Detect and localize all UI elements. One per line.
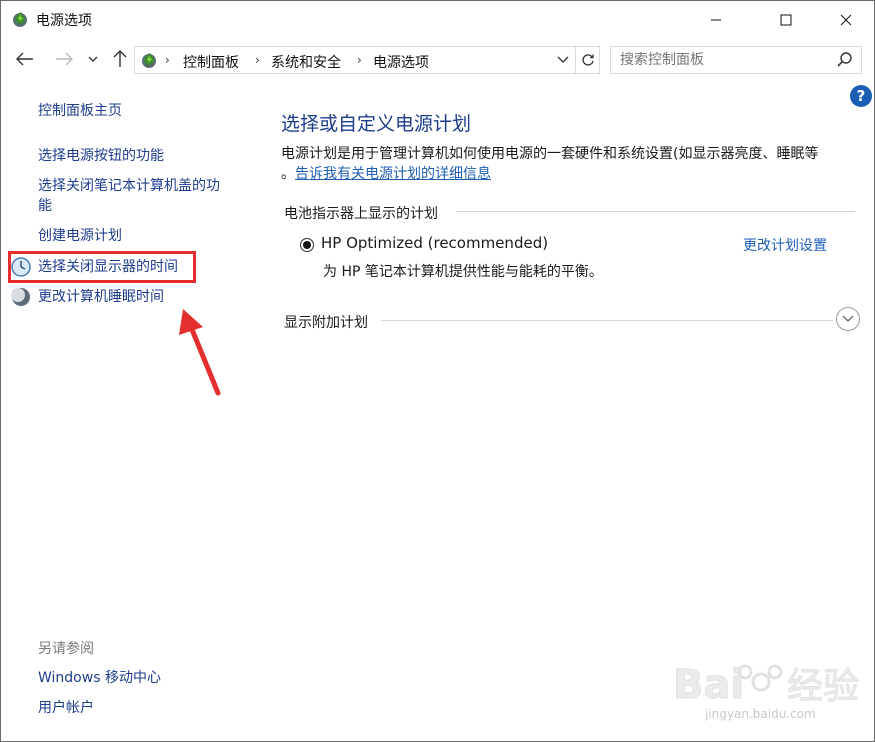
back-button[interactable] (13, 47, 37, 71)
section-divider (456, 211, 855, 212)
page-description-continued: 。告诉我有关电源计划的详细信息 (281, 164, 491, 184)
chevron-down-icon (557, 56, 569, 63)
window-title: 电源选项 (36, 13, 92, 29)
minimize-button[interactable] (693, 1, 739, 39)
additional-plans-heading[interactable]: 显示附加计划 (284, 312, 368, 332)
up-button[interactable] (108, 47, 132, 71)
plan-name[interactable]: HP Optimized (recommended) (321, 234, 548, 252)
search-input[interactable] (610, 46, 862, 74)
close-icon (840, 14, 852, 26)
radio-selected-dot (303, 241, 311, 249)
title-bar: 电源选项 (1, 1, 874, 39)
watermark-url: jingyan.baidu.com (705, 707, 816, 721)
close-button[interactable] (823, 1, 869, 39)
maximize-button[interactable] (763, 1, 809, 39)
refresh-icon (581, 54, 594, 66)
sidebar-lid-close-function[interactable]: 选择关闭笔记本计算机盖的功 (38, 176, 220, 196)
sleep-moon-icon (11, 288, 30, 306)
sidebar-computer-sleep-time[interactable]: 更改计算机睡眠时间 (38, 287, 164, 307)
sidebar-create-power-plan[interactable]: 创建电源计划 (38, 226, 122, 246)
plan-description: 为 HP 笔记本计算机提供性能与能耗的平衡。 (323, 264, 603, 280)
chevron-down-icon (88, 56, 98, 62)
power-plan-info-link[interactable]: 告诉我有关电源计划的详细信息 (295, 166, 491, 182)
control-panel-icon (142, 52, 156, 68)
help-icon[interactable]: ? (850, 85, 872, 107)
forward-button[interactable] (52, 47, 76, 71)
recent-locations-button[interactable] (83, 47, 103, 71)
red-arrow-annotation (179, 309, 221, 396)
highlight-annotation (8, 251, 196, 283)
see-also-heading: 另请参阅 (38, 641, 94, 657)
breadcrumb-separator-icon: › (165, 53, 170, 67)
expand-additional-plans-button[interactable] (836, 307, 860, 331)
maximize-icon (780, 14, 792, 26)
page-title: 选择或自定义电源计划 (281, 113, 472, 135)
sidebar-lid-close-function-wrap[interactable]: 能 (38, 196, 52, 216)
power-options-app-icon (13, 11, 27, 27)
address-history-dropdown[interactable] (551, 47, 575, 73)
sidebar-power-button-function[interactable]: 选择电源按钮的功能 (38, 146, 164, 166)
section-divider (381, 320, 833, 321)
up-arrow-icon (113, 50, 127, 67)
svg-text:Bai: Bai (673, 662, 744, 708)
breadcrumb-separator-icon: › (255, 53, 260, 67)
change-plan-settings-link[interactable]: 更改计划设置 (743, 235, 827, 255)
breadcrumb-separator-icon: › (357, 53, 362, 67)
refresh-button[interactable] (576, 46, 600, 74)
plan-radio-button[interactable] (300, 238, 314, 252)
search-icon[interactable] (836, 51, 854, 69)
back-arrow-icon (16, 52, 33, 66)
baidu-jingyan-watermark-logo: Bai 经验 (673, 662, 860, 709)
battery-meter-section-heading: 电池指示器上显示的计划 (284, 206, 438, 222)
sidebar-user-accounts[interactable]: 用户帐户 (38, 698, 94, 718)
minimize-icon (711, 19, 721, 21)
forward-arrow-icon (56, 52, 73, 66)
svg-text:经验: 经验 (787, 666, 859, 707)
power-options-window: 电源选项 › 控制面板 › 系统和安全 › 电源选项 搜索控制面板 ? 控制面板… (0, 0, 875, 742)
sidebar-windows-mobility-center[interactable]: Windows 移动中心 (38, 668, 161, 688)
chevron-down-icon (842, 315, 854, 322)
description-ending: 。 (281, 166, 295, 182)
breadcrumb-system-security[interactable]: 系统和安全 (271, 52, 341, 72)
breadcrumb-power-options[interactable]: 电源选项 (373, 52, 429, 72)
page-description: 电源计划是用于管理计算机如何使用电源的一套硬件和系统设置(如显示器亮度、睡眠等 (281, 146, 819, 162)
sidebar-control-panel-home[interactable]: 控制面板主页 (38, 101, 122, 121)
breadcrumb-control-panel[interactable]: 控制面板 (183, 52, 239, 72)
address-bar[interactable]: › 控制面板 › 系统和安全 › 电源选项 (134, 46, 576, 74)
